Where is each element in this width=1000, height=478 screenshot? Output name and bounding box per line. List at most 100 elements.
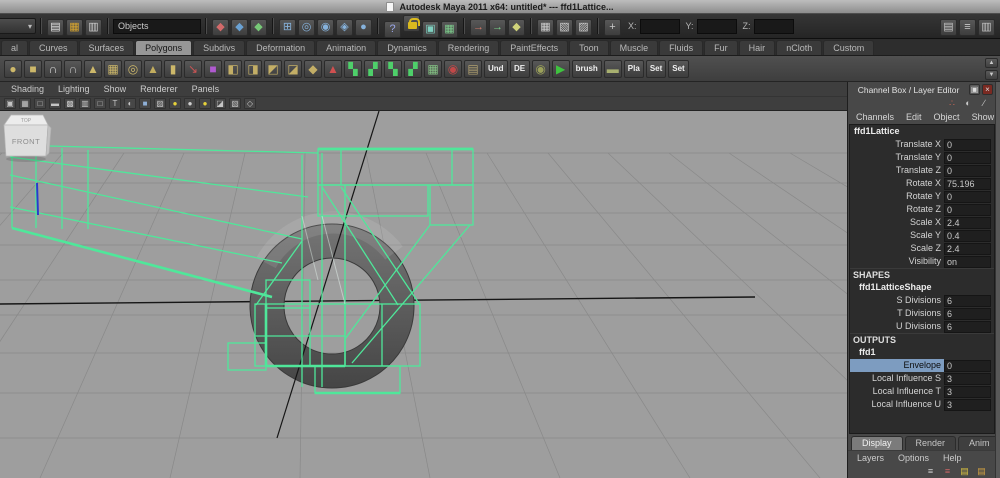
safe-action-icon[interactable]: □ [94,98,106,109]
set-badge[interactable]: Set [645,59,667,78]
channel-node-ffd1lattice[interactable]: ffd1Lattice [850,125,994,138]
channel-attr-s-divisions[interactable]: S Divisions 6 [850,294,994,307]
tab-ncloth[interactable]: nCloth [776,40,823,55]
snap-point-icon[interactable]: ◉ [317,18,334,36]
checker-map2-icon[interactable]: ▞ [364,59,382,78]
combine-icon[interactable]: ◧ [224,59,242,78]
de-badge[interactable]: DE [509,59,530,78]
menu-options[interactable]: Options [891,453,936,463]
pla-badge[interactable]: Pla [623,59,644,78]
shaded-icon[interactable]: ■ [139,98,151,109]
menu-object[interactable]: Object [928,112,966,122]
render-flag-icon[interactable]: ▦ [441,20,458,38]
show-manipulators-icon[interactable]: ∴ [946,98,958,109]
menu-layers[interactable]: Layers [850,453,891,463]
film-gate-icon[interactable]: □ [34,98,46,109]
all-lights-icon[interactable]: ● [169,98,181,109]
smooth-mesh-icon[interactable]: ∩ [44,59,62,78]
construction-history-icon[interactable]: ◆ [508,18,525,36]
split-poly-icon[interactable]: ◪ [284,59,302,78]
money-icon[interactable]: ▬ [603,59,622,78]
set2-badge[interactable]: Set [668,59,689,78]
channel-attr-envelope[interactable]: Envelope 0 [850,359,994,372]
tab-custom[interactable]: Custom [823,40,875,55]
channel-attr-rotate-x[interactable]: Rotate X 75.196 [850,177,994,190]
plane-toggle-icon[interactable]: ◇ [244,98,256,109]
viewport-canvas[interactable]: TOP FRONT [0,111,847,478]
speed-state-icon[interactable]: ◐ [962,98,974,109]
play-icon[interactable]: ▶ [551,59,570,78]
y-coord-input[interactable] [696,18,737,34]
attr-value-field[interactable]: 0.4 [944,229,991,242]
objects-combo[interactable]: Objects [113,18,201,34]
tab-surfaces[interactable]: Surfaces [78,40,135,55]
attr-value-field[interactable]: 2.4 [944,242,991,255]
quick-help-icon[interactable]: ? [384,20,401,38]
checker-map-icon[interactable]: ▚ [344,59,362,78]
grenade-icon[interactable]: ◉ [531,59,550,78]
channel-box-toggle-icon[interactable]: ▥ [978,18,995,36]
attribute-editor-toggle-icon[interactable]: ▤ [940,18,957,36]
tab-deformation[interactable]: Deformation [246,40,316,55]
safe-title-icon[interactable]: T [109,98,121,109]
float-panel-button[interactable]: ▣ [969,84,980,95]
channel-attr-rotate-y[interactable]: Rotate Y0 [850,190,994,203]
attr-value-field[interactable]: 0 [944,164,991,177]
attr-value-field[interactable]: 2.4 [944,216,991,229]
brush-badge[interactable]: brush [571,59,602,78]
textured-icon[interactable]: ▨ [154,98,166,109]
channel-attr-local-influence-s[interactable]: Local Influence S3 [850,372,994,385]
attr-value-field[interactable]: 0 [944,359,991,372]
highlight-selection-icon[interactable]: ▣ [422,20,439,38]
select-camera-icon[interactable]: ▣ [4,98,16,109]
menu-panels[interactable]: Panels [185,84,227,94]
ipr-render-icon[interactable]: ▧ [556,18,573,36]
field-chart-icon[interactable]: ▥ [79,98,91,109]
title-bar[interactable]: Autodesk Maya 2011 x64: untitled* --- ff… [0,0,1000,14]
tab-render[interactable]: Render [904,436,957,450]
tab-muscle[interactable]: Muscle [609,40,659,55]
undo-badge[interactable]: Und [484,59,508,78]
tool-settings-toggle-icon[interactable]: ≡ [959,18,976,36]
attr-value-field[interactable]: 0 [944,138,991,151]
tab-al[interactable]: al [1,40,29,55]
xray-icon[interactable]: ▧ [229,98,241,109]
attr-value-field[interactable]: 0 [944,203,991,216]
new-layer-from-selected-icon[interactable]: ▤ [975,465,988,477]
tab-dynamics[interactable]: Dynamics [377,40,437,55]
checker-map3-icon[interactable]: ▚ [384,59,402,78]
poly-sphere-icon[interactable]: ● [4,59,22,78]
poly-pyramid-icon[interactable]: ▲ [144,59,162,78]
tab-fur[interactable]: Fur [704,40,738,55]
select-object-icon[interactable]: ◆ [231,18,248,36]
output-connections-icon[interactable]: → [489,18,506,36]
resolution-gate-icon[interactable]: ▬ [49,98,61,109]
input-connections-icon[interactable]: → [470,18,487,36]
poly-cone-icon[interactable]: ▲ [84,59,102,78]
default-light-icon[interactable]: ● [199,98,211,109]
attr-value-field[interactable]: 6 [944,307,991,320]
channel-attr-u-divisions[interactable]: U Divisions 6 [850,320,994,333]
attr-value-field[interactable]: 0 [944,151,991,164]
lock-icon[interactable] [403,14,420,32]
menu-help[interactable]: Help [936,453,969,463]
no-lights-icon[interactable]: ● [184,98,196,109]
menu-edit[interactable]: Edit [900,112,928,122]
x-coord-input[interactable] [639,18,680,34]
tab-curves[interactable]: Curves [29,40,78,55]
attr-value-field[interactable]: 3 [944,398,991,411]
channel-attr-translate-x[interactable]: Translate X0 [850,138,994,151]
close-panel-button[interactable]: × [982,84,993,95]
shelf-scroll-up-button[interactable]: ▲ [985,58,998,68]
save-scene-icon[interactable]: ▥ [85,18,102,36]
smooth-mesh-preview-icon[interactable]: ∩ [64,59,82,78]
tab-polygons[interactable]: Polygons [135,40,193,55]
subdiv-cube-icon[interactable]: ■ [204,59,222,78]
channel-node-ffd1latticeshape[interactable]: ffd1LatticeShape [850,281,994,294]
menu-channels[interactable]: Channels [850,112,900,122]
bevel-icon[interactable]: ◆ [304,59,322,78]
channel-attr-scale-z[interactable]: Scale Z 2.4 [850,242,994,255]
menu-shading[interactable]: Shading [4,84,51,94]
render-view-icon[interactable]: ▦ [537,18,554,36]
channel-attr-t-divisions[interactable]: T Divisions 6 [850,307,994,320]
